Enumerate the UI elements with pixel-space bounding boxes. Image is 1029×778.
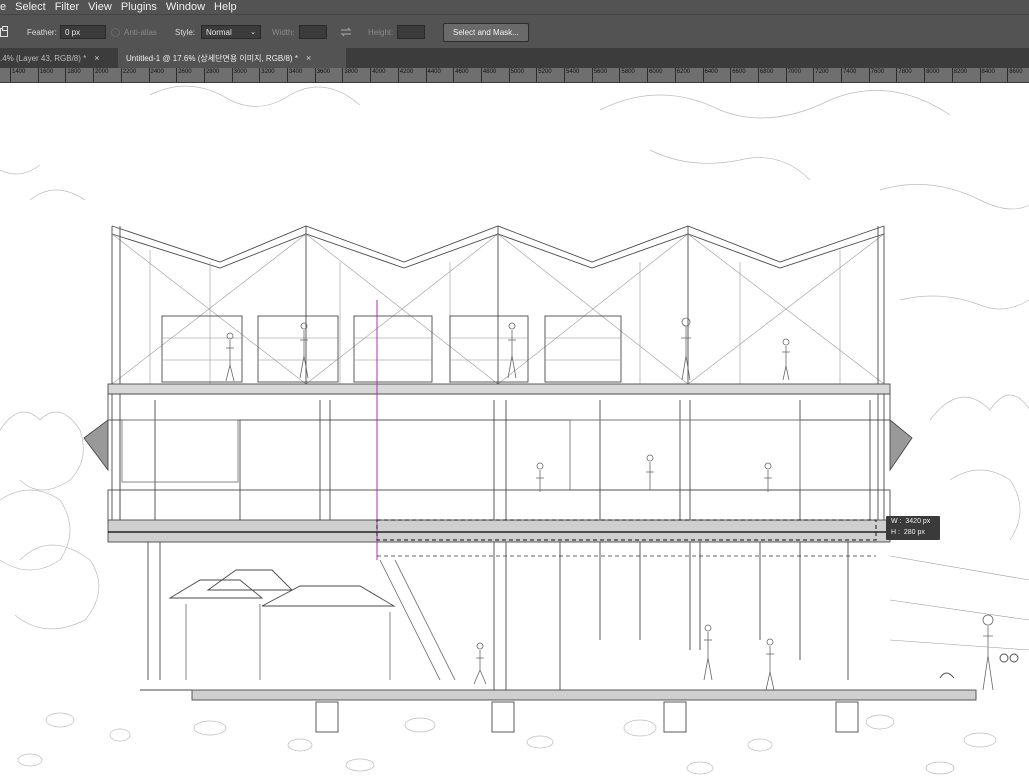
- height-readout-value: 280 px: [903, 529, 925, 536]
- style-select[interactable]: Normal ⌄: [201, 25, 261, 39]
- ruler-tick-label: 4400: [425, 68, 441, 82]
- ruler-tick-label: 2800: [203, 68, 219, 82]
- ruler-tick-label: 1600: [37, 68, 53, 82]
- ruler-tick-label: 3000: [231, 68, 247, 82]
- ruler-tick-label: 5600: [591, 68, 607, 82]
- menu-item-edit[interactable]: e: [0, 0, 6, 14]
- feather-label: Feather:: [27, 27, 57, 37]
- ruler-tick-label: 4000: [370, 68, 385, 82]
- marquee-tool-icon[interactable]: [0, 15, 10, 49]
- select-and-mask-button[interactable]: Select and Mask...: [443, 22, 529, 42]
- feather-input[interactable]: 0 px: [60, 25, 106, 39]
- width-input[interactable]: [299, 25, 327, 39]
- document-tab-bar: .4% (Layer 43, RGB/8) * × Untitled-1 @ 1…: [0, 48, 1029, 68]
- tab-label: Untitled-1 @ 17.6% (상세단면용 이미지, RGB/8) *: [126, 53, 298, 63]
- ruler-tick-label: 4200: [397, 68, 413, 82]
- menu-item-view[interactable]: View: [88, 0, 112, 14]
- width-readout-label: W :: [891, 518, 902, 525]
- height-label: Height:: [368, 27, 394, 37]
- ruler-tick-label: 8200: [951, 68, 967, 82]
- swap-arrows-icon[interactable]: [340, 15, 352, 49]
- close-icon[interactable]: ×: [306, 53, 311, 63]
- antialias-checkbox[interactable]: Anti-alias: [111, 15, 157, 49]
- ruler-tick-label: 3600: [314, 68, 330, 82]
- ruler-tick-label: 7200: [813, 68, 829, 82]
- options-bar: Feather: 0 px Anti-alias Style: Normal ⌄…: [0, 14, 1029, 50]
- menu-item-help[interactable]: Help: [214, 0, 237, 14]
- width-readout-value: 3420 px: [905, 518, 931, 525]
- antialias-label: Anti-alias: [124, 27, 157, 37]
- chevron-down-icon: ⌄: [250, 29, 256, 36]
- ruler-tick-label: 1800: [65, 68, 81, 82]
- tab-label: .4% (Layer 43, RGB/8) *: [0, 53, 87, 63]
- ruler-tick-label: 2200: [120, 68, 136, 82]
- ruler-tick-label: 3800: [342, 68, 358, 82]
- horizontal-ruler[interactable]: 1400 1600 1800 2000 2200 2400 2600 2800 3000 3200…: [0, 68, 1029, 83]
- ruler-tick-label: 7800: [896, 68, 912, 82]
- height-readout-label: H :: [891, 529, 900, 536]
- tab-layer-43[interactable]: .4% (Layer 43, RGB/8) * ×: [0, 48, 116, 68]
- ruler-tick-label: 6000: [647, 68, 662, 82]
- ruler-tick-label: 1400: [10, 68, 25, 82]
- ruler-tick-label: 6600: [730, 68, 746, 82]
- ruler-tick-label: 6800: [757, 68, 773, 82]
- height-input[interactable]: [397, 25, 425, 39]
- menu-item-plugins[interactable]: Plugins: [121, 0, 157, 14]
- ruler-tick-label: 2400: [148, 68, 164, 82]
- ruler-tick-label: 6400: [702, 68, 718, 82]
- ruler-tick-label: 7400: [841, 68, 856, 82]
- ruler-tick-label: 5000: [508, 68, 524, 82]
- ruler-tick-label: 5200: [536, 68, 552, 82]
- ruler-tick-label: 7000: [785, 68, 801, 82]
- tab-untitled-1[interactable]: Untitled-1 @ 17.6% (상세단면용 이미지, RGB/8) * …: [118, 48, 346, 68]
- style-label: Style:: [175, 27, 196, 37]
- ruler-tick-label: 5800: [619, 68, 635, 82]
- ruler-tick-label: 6200: [674, 68, 690, 82]
- ruler-tick-label: 3400: [287, 68, 302, 82]
- menu-item-filter[interactable]: Filter: [55, 0, 79, 14]
- section-drawing: [0, 85, 1029, 775]
- ruler-tick-label: 2600: [176, 68, 192, 82]
- menu-item-window[interactable]: Window: [166, 0, 205, 14]
- ruler-tick-label: 5400: [564, 68, 579, 82]
- selection-size-readout: W : 3420 px H : 280 px: [886, 516, 940, 540]
- ruler-tick-label: 4800: [480, 68, 496, 82]
- menu-bar: e Select Filter View Plugins Window Help: [0, 0, 1029, 14]
- document-canvas[interactable]: W : 3420 px H : 280 px: [0, 83, 1029, 778]
- ruler-tick-label: 8400: [979, 68, 995, 82]
- ruler-tick-label: 7600: [868, 68, 884, 82]
- ruler-tick-label: 4600: [453, 68, 469, 82]
- close-icon[interactable]: ×: [94, 53, 99, 63]
- ruler-tick-label: 2000: [93, 68, 108, 82]
- width-label: Width:: [272, 27, 295, 37]
- style-select-value: Normal: [206, 27, 232, 37]
- ruler-tick-label: 8000: [924, 68, 939, 82]
- menu-item-select[interactable]: Select: [15, 0, 46, 14]
- ruler-tick-label: 3200: [259, 68, 275, 82]
- ruler-tick-label: 8600: [1007, 68, 1023, 82]
